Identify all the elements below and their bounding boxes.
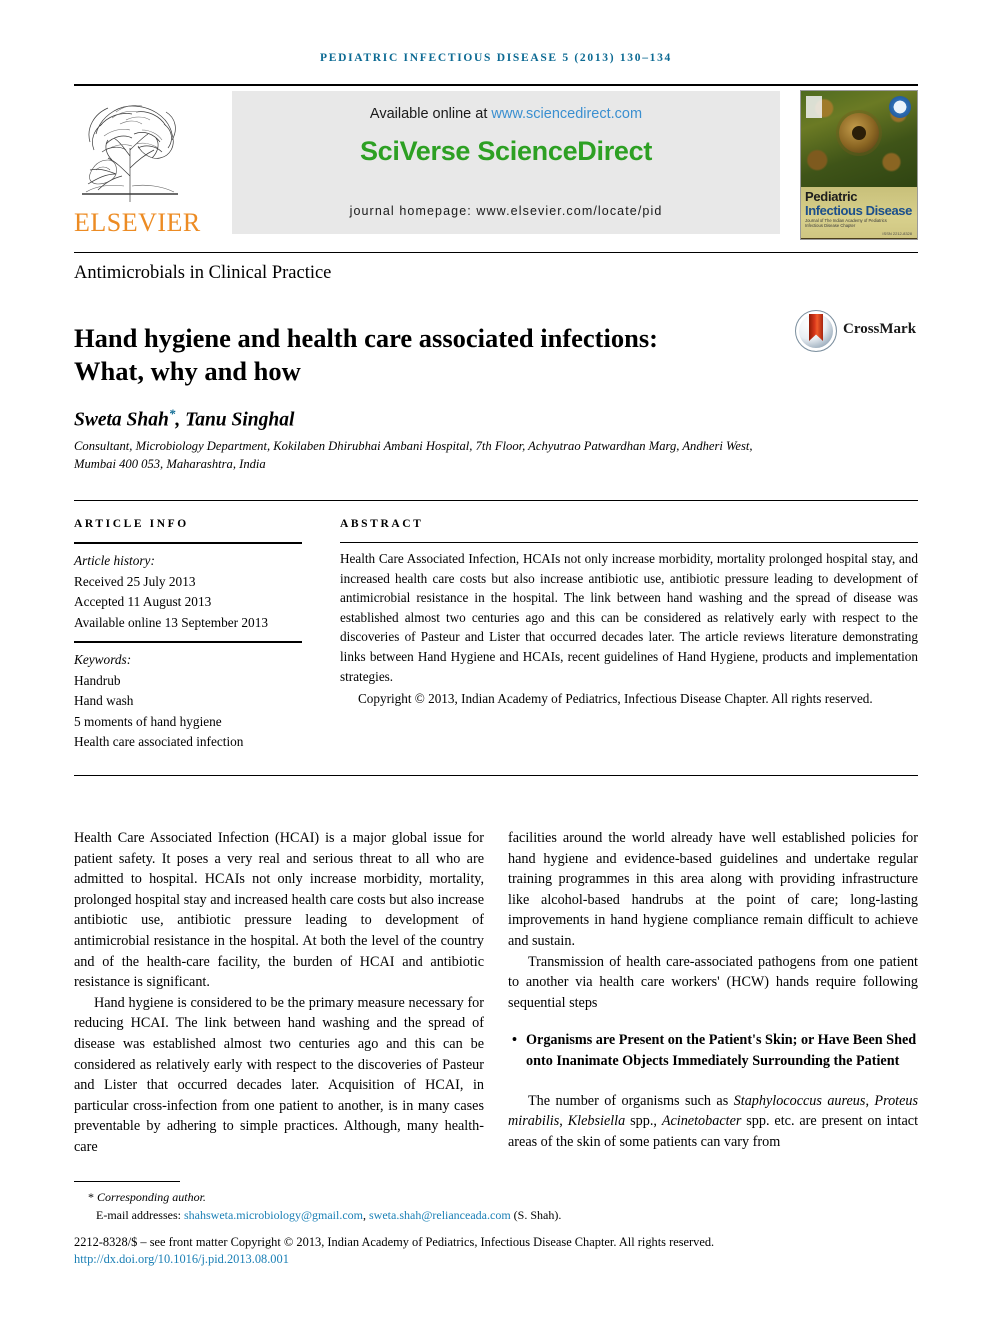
elsevier-tree-icon — [82, 104, 178, 202]
cover-title-line2: Infectious Disease — [805, 203, 912, 218]
cover-society-seal-icon — [889, 96, 911, 118]
email-separator: , — [363, 1208, 366, 1222]
article-info-rule-bottom — [74, 641, 302, 643]
email-link-primary[interactable]: shahsweta.microbiology@gmail.com — [184, 1208, 363, 1222]
article-history-accepted: Accepted 11 August 2013 — [74, 594, 212, 609]
body-paragraph: Hand hygiene is considered to be the pri… — [74, 994, 484, 1155]
text-run: The number of organisms such as — [528, 1092, 734, 1109]
keyword-item: 5 moments of hand hygiene — [74, 713, 222, 729]
corresponding-author-text: Corresponding author. — [97, 1190, 206, 1204]
cover-title-line1: Pediatric — [805, 189, 858, 204]
body-column-left: Health Care Associated Infection (HCAI) … — [74, 828, 484, 1158]
doi-link[interactable]: http://dx.doi.org/10.1016/j.pid.2013.08.… — [74, 1252, 289, 1267]
list-item: Organisms are Present on the Patient's S… — [512, 1030, 918, 1071]
body-paragraph: The number of organisms such as Staphylo… — [508, 1091, 918, 1153]
sciencedirect-link[interactable]: www.sciencedirect.com — [491, 106, 642, 122]
article-history-label: Article history: — [74, 553, 155, 568]
running-head: Pediatric Infectious Disease 5 (2013) 13… — [319, 52, 672, 64]
email-attribution: (S. Shah). — [513, 1208, 562, 1222]
abstract-copyright: Copyright © 2013, Indian Academy of Pedi… — [358, 691, 873, 707]
section-heading: Antimicrobials in Clinical Practice — [74, 263, 332, 283]
crossmark-icon — [795, 310, 837, 352]
available-online-prefix: Available online at — [369, 106, 488, 122]
abstract-block: Health Care Associated Infection, HCAIs … — [340, 549, 918, 709]
info-block-top-rule — [74, 500, 918, 501]
elsevier-wordmark: ELSEVIER — [74, 208, 201, 237]
crossmark-label: CrossMark — [843, 321, 917, 337]
body-paragraph: Transmission of health care-associated p… — [508, 953, 918, 1011]
author-affiliation: Consultant, Microbiology Department, Kok… — [74, 439, 753, 471]
email-addresses-note: E-mail addresses: shahsweta.microbiology… — [74, 1206, 924, 1224]
body-column-right: facilities around the world already have… — [508, 828, 918, 1152]
journal-masthead: ELSEVIER Available online at www.science… — [74, 88, 918, 240]
info-block-bottom-rule — [74, 775, 918, 776]
article-history: Article history: Received 25 July 2013 A… — [74, 551, 324, 633]
keywords-block: Keywords: Handrub Hand wash 5 moments of… — [74, 650, 324, 753]
footnote-block: * Corresponding author. E-mail addresses… — [74, 1188, 924, 1224]
page-title: Hand hygiene and health care associated … — [74, 322, 658, 386]
sciencedirect-banner: Available online at www.sciencedirect.co… — [232, 91, 780, 234]
masthead-bottom-rule — [74, 252, 918, 253]
cover-artwork — [801, 91, 917, 187]
cover-issn: ISSN 2212-8328 — [882, 231, 912, 236]
footnote-rule — [74, 1181, 180, 1182]
text-run: spp., — [625, 1113, 662, 1130]
author-list: Sweta Shah*, Tanu Singhal — [74, 406, 294, 432]
abstract-body: Health Care Associated Infection, HCAIs … — [340, 551, 918, 684]
text-run: , — [559, 1113, 568, 1130]
cover-title-band: Pediatric Infectious Disease Journal of … — [801, 187, 917, 238]
email-label: E-mail addresses: — [96, 1208, 181, 1222]
corresponding-author-note: * Corresponding author. — [74, 1188, 924, 1206]
article-info-heading: ARTICLE INFO — [74, 518, 189, 530]
corresponding-author-marker: * — [88, 1190, 94, 1204]
keyword-item: Hand wash — [74, 693, 134, 708]
footer-copyright: 2212-8328/$ – see front matter Copyright… — [74, 1235, 715, 1249]
article-history-available: Available online 13 September 2013 — [74, 614, 268, 630]
abstract-heading: ABSTRACT — [340, 518, 424, 530]
crossmark-ribbon-icon — [809, 314, 823, 341]
cover-elsevier-mark-icon — [806, 96, 822, 118]
article-history-received: Received 25 July 2013 — [74, 573, 196, 589]
crossmark-badge[interactable]: CrossMark — [795, 310, 917, 352]
body-paragraph: Health Care Associated Infection (HCAI) … — [74, 830, 484, 991]
organism-name: Staphylococcus aureus — [733, 1092, 866, 1109]
body-paragraph: facilities around the world already have… — [508, 830, 918, 949]
virus-illustration — [839, 113, 879, 153]
cover-subtitle: Journal of The Indian Academy of Pediatr… — [805, 218, 887, 229]
elsevier-logo: ELSEVIER — [74, 88, 201, 240]
author-name-first: Sweta Shah — [74, 409, 169, 431]
organism-name: Klebsiella — [567, 1113, 626, 1130]
article-info-rule-top — [74, 542, 302, 544]
sequential-steps-list: Organisms are Present on the Patient's S… — [508, 1030, 918, 1071]
sciverse-sciencedirect-logo: SciVerse ScienceDirect — [359, 136, 653, 166]
abstract-rule — [340, 542, 918, 543]
email-link-secondary[interactable]: sweta.shah@relianceada.com — [369, 1208, 511, 1222]
keyword-item: Handrub — [74, 672, 121, 688]
keywords-label: Keywords: — [74, 652, 132, 667]
journal-cover-thumbnail: Pediatric Infectious Disease Journal of … — [800, 90, 918, 240]
article-page: Pediatric Infectious Disease 5 (2013) 13… — [0, 0, 992, 1323]
author-name-rest: , Tanu Singhal — [175, 409, 295, 431]
available-online-line: Available online at www.sciencedirect.co… — [232, 106, 780, 122]
journal-homepage-line[interactable]: journal homepage: www.elsevier.com/locat… — [232, 204, 780, 218]
masthead-top-rule — [74, 84, 918, 86]
organism-name: Acinetobacter — [661, 1113, 742, 1130]
keyword-item: Health care associated infection — [74, 734, 244, 749]
